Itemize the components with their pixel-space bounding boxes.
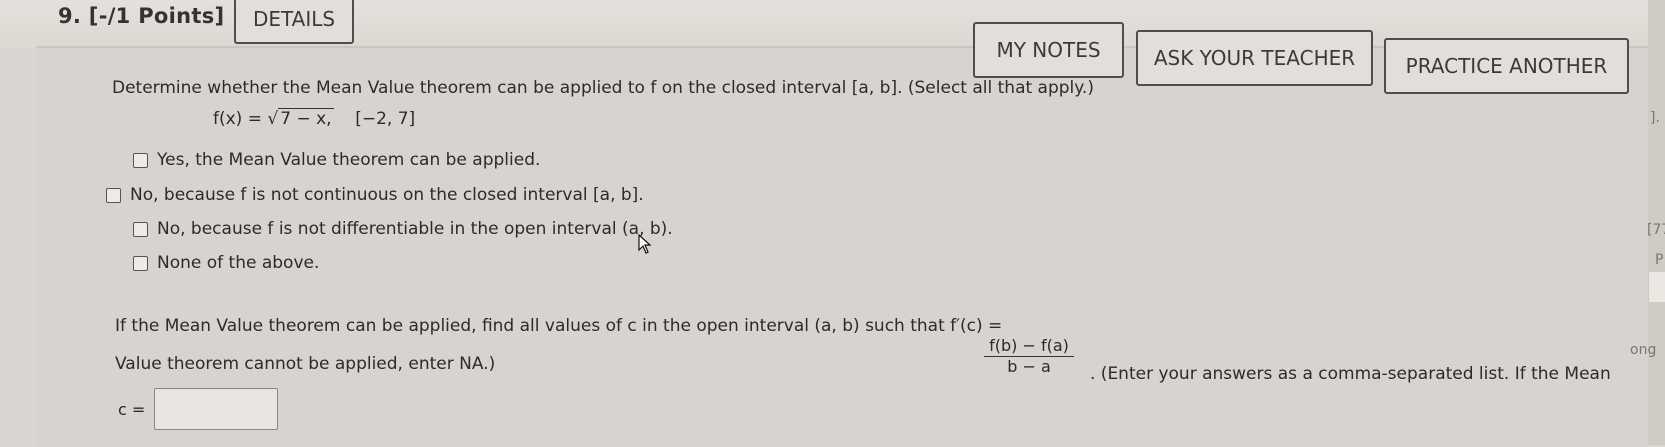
option-yes-applicable[interactable]: Yes, the Mean Value theorem can be appli…	[133, 150, 540, 170]
question-number: 9. [-/1 Points]	[58, 4, 225, 28]
followup-text-line2: Value theorem cannot be applied, enter N…	[115, 354, 496, 374]
edge-fragment-low: ong	[1630, 342, 1657, 358]
formula-radicand: 7 − x,	[278, 108, 334, 129]
checkbox[interactable]	[133, 221, 148, 237]
option-not-continuous[interactable]: No, because f is not continuous on the c…	[106, 185, 644, 205]
ask-your-teacher-button[interactable]: ASK YOUR TEACHER	[1136, 30, 1373, 86]
edge-fragment-mid: [77	[1647, 222, 1665, 238]
question-panel	[36, 46, 1651, 447]
option-not-differentiable[interactable]: No, because f is not differentiable in t…	[133, 219, 673, 239]
fraction-numerator: f(b) − f(a)	[984, 336, 1074, 357]
sqrt-expression: √ 7 − x,	[267, 108, 334, 129]
option-label: No, because f is not continuous on the c…	[130, 185, 644, 205]
my-notes-button[interactable]: MY NOTES	[973, 22, 1124, 78]
function-formula: f(x) = √ 7 − x, [−2, 7]	[213, 108, 416, 129]
mouse-cursor-icon	[638, 234, 652, 254]
formula-interval: [−2, 7]	[355, 109, 416, 129]
edge-fragment-mid2: P	[1655, 252, 1664, 268]
details-button[interactable]: DETAILS	[234, 0, 354, 44]
checkbox[interactable]	[106, 187, 121, 203]
mvt-fraction: f(b) − f(a) b − a	[984, 336, 1074, 376]
answer-label: c =	[118, 400, 146, 419]
question-prompt: Determine whether the Mean Value theorem…	[112, 78, 1094, 98]
formula-lhs: f(x) =	[213, 109, 268, 129]
option-label: None of the above.	[157, 253, 320, 273]
checkbox[interactable]	[133, 152, 148, 168]
followup-text: If the Mean Value theorem can be applied…	[115, 316, 1003, 336]
practice-another-button[interactable]: PRACTICE ANOTHER	[1384, 38, 1629, 94]
edge-fragment-top: ].	[1650, 110, 1660, 126]
checkbox[interactable]	[133, 255, 148, 271]
option-none-of-above[interactable]: None of the above.	[133, 253, 319, 273]
option-label: No, because f is not differentiable in t…	[157, 219, 673, 239]
adjacent-window-bar	[1649, 272, 1665, 302]
fraction-denominator: b − a	[1007, 357, 1051, 376]
answer-input[interactable]	[154, 388, 278, 430]
followup-instructions: . (Enter your answers as a comma-separat…	[1090, 364, 1611, 384]
option-label: Yes, the Mean Value theorem can be appli…	[157, 150, 541, 170]
